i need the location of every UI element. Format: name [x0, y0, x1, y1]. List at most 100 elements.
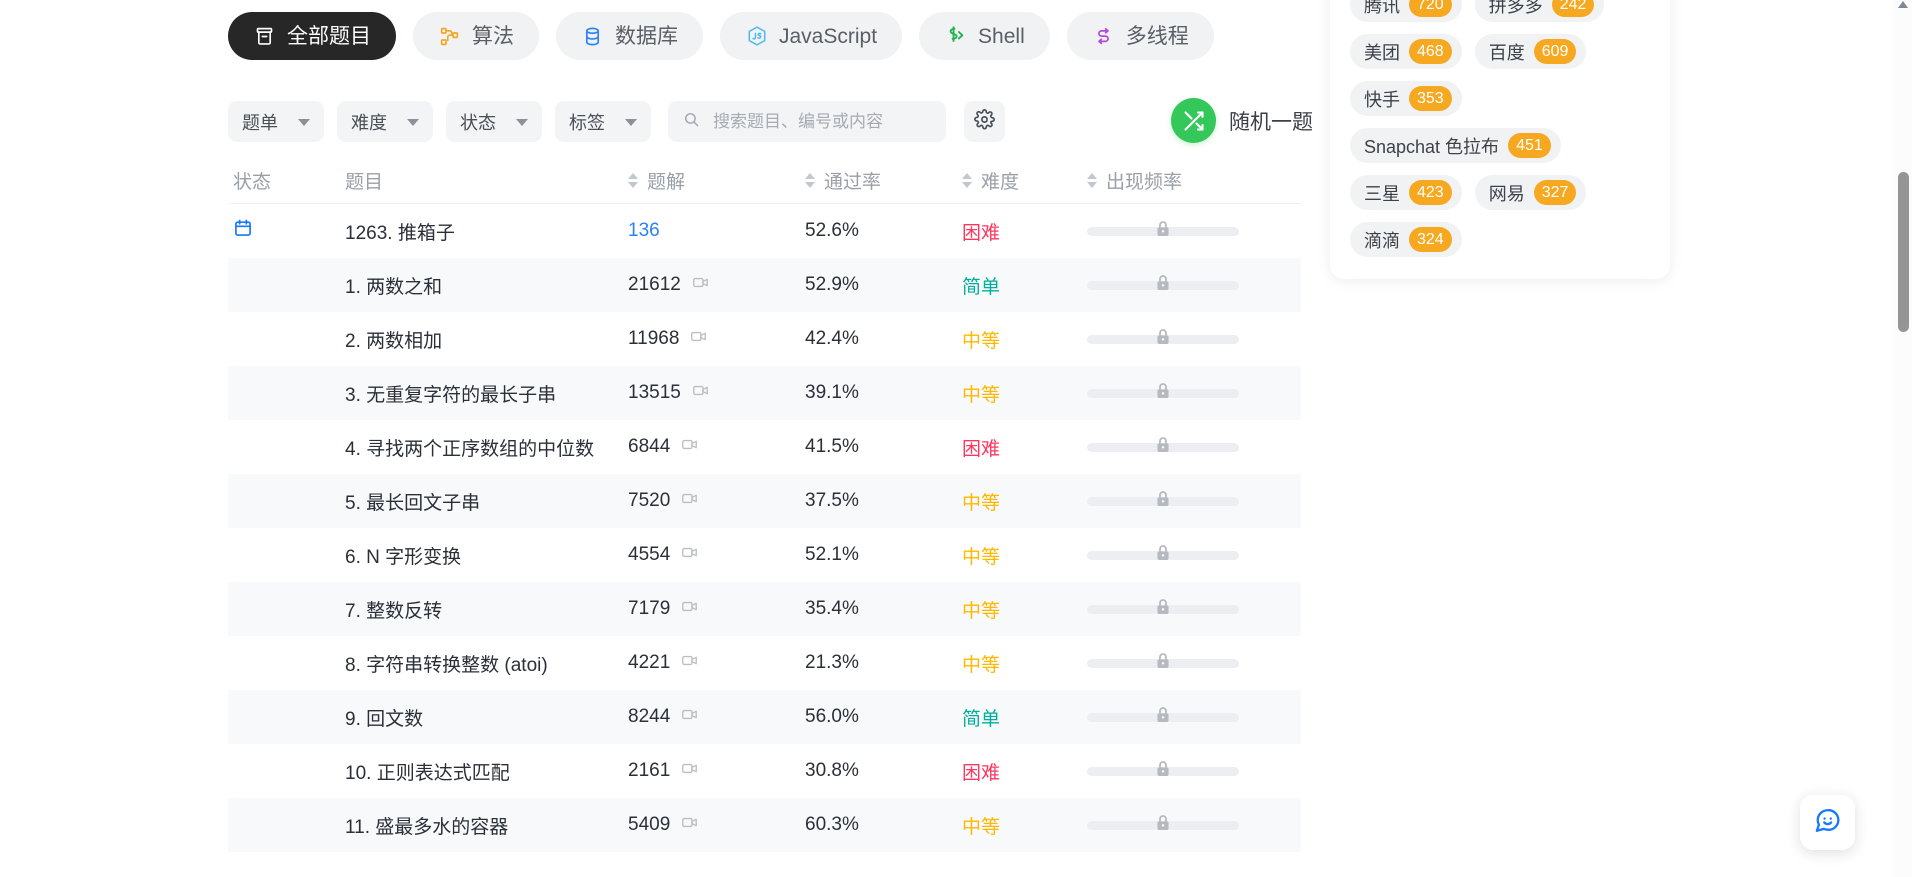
chat-smiley-icon — [1813, 806, 1842, 840]
accept-rate-value: 21.3% — [805, 652, 859, 673]
frequency-bar — [1087, 598, 1239, 614]
cell-problem-title[interactable]: 8. 字符串转换整数 (atoi) — [345, 650, 628, 677]
company-tag[interactable]: 滴滴 324 — [1350, 222, 1462, 257]
chat-support-button[interactable] — [1800, 795, 1855, 850]
column-header-title[interactable]: 题目 — [345, 167, 628, 194]
cell-solutions[interactable]: 7179 — [628, 598, 805, 621]
tab-algorithm[interactable]: 算法 — [413, 12, 539, 60]
company-tag[interactable]: 拼多多 242 — [1474, 0, 1605, 22]
tab-shell[interactable]: Shell — [919, 12, 1050, 60]
company-tag[interactable]: 快手 353 — [1350, 81, 1462, 116]
company-tag[interactable]: 美团 468 — [1350, 34, 1462, 69]
cell-frequency — [1087, 382, 1301, 398]
cell-problem-title[interactable]: 1. 两数之和 — [345, 272, 628, 299]
difficulty-badge: 困难 — [962, 222, 1001, 244]
sort-toggle-icon[interactable] — [962, 173, 972, 188]
company-tag-list: 亚马逊2274阿里巴巴757腾讯720拼多多242美团468百度609快手353… — [1350, 0, 1650, 257]
cell-solutions[interactable]: 8244 — [628, 706, 805, 729]
table-body: 1263. 推箱子 136 52.6% 困难 1. 两数之和 21612 52.9% 简单 2.… — [228, 204, 1301, 852]
filter-tags[interactable]: 标签 — [555, 101, 651, 142]
filter-difficulty[interactable]: 难度 — [337, 101, 433, 142]
cell-solutions[interactable]: 21612 — [628, 274, 805, 297]
video-icon — [681, 436, 698, 459]
cell-problem-title[interactable]: 1263. 推箱子 — [345, 218, 628, 245]
filter-problem-list[interactable]: 题单 — [228, 101, 324, 142]
cell-solutions[interactable]: 6844 — [628, 436, 805, 459]
cell-difficulty: 中等 — [962, 380, 1087, 407]
table-row[interactable]: 1. 两数之和 21612 52.9% 简单 — [228, 258, 1301, 312]
cell-problem-title[interactable]: 10. 正则表达式匹配 — [345, 758, 628, 785]
table-row[interactable]: 4. 寻找两个正序数组的中位数 6844 41.5% 困难 — [228, 420, 1301, 474]
difficulty-badge: 简单 — [962, 708, 1001, 730]
settings-button[interactable] — [964, 101, 1005, 142]
random-problem-button[interactable]: 随机一题 — [1171, 98, 1313, 143]
cell-problem-title[interactable]: 11. 盛最多水的容器 — [345, 812, 628, 839]
table-row[interactable]: 11. 盛最多水的容器 5409 60.3% 中等 — [228, 798, 1301, 852]
table-row[interactable]: 9. 回文数 8244 56.0% 简单 — [228, 690, 1301, 744]
company-tag-label: 三星 — [1364, 183, 1400, 204]
company-tag[interactable]: 腾讯 720 — [1350, 0, 1462, 22]
cell-problem-title[interactable]: 9. 回文数 — [345, 704, 628, 731]
cell-accept-rate: 52.9% — [805, 274, 962, 296]
company-tag-count: 327 — [1533, 180, 1577, 205]
search-input[interactable] — [711, 110, 931, 133]
cell-solutions[interactable]: 4221 — [628, 652, 805, 675]
column-header-frequency[interactable]: 出现频率 — [1087, 167, 1301, 194]
table-row[interactable]: 5. 最长回文子串 7520 37.5% 中等 — [228, 474, 1301, 528]
cell-solutions[interactable]: 136 — [628, 220, 805, 242]
table-row[interactable]: 7. 整数反转 7179 35.4% 中等 — [228, 582, 1301, 636]
difficulty-badge: 中等 — [962, 654, 1001, 676]
sort-toggle-icon[interactable] — [805, 173, 815, 188]
multithread-icon — [1092, 25, 1115, 48]
cell-solutions[interactable]: 2161 — [628, 760, 805, 783]
filter-status[interactable]: 状态 — [446, 101, 542, 142]
cell-problem-title[interactable]: 3. 无重复字符的最长子串 — [345, 380, 628, 407]
cell-problem-title[interactable]: 6. N 字形变换 — [345, 542, 628, 569]
cell-accept-rate: 21.3% — [805, 652, 962, 674]
scrollbar-thumb[interactable] — [1898, 172, 1909, 332]
tab-label: 多线程 — [1125, 24, 1189, 48]
column-header-accept-rate[interactable]: 通过率 — [805, 167, 962, 194]
chevron-down-icon — [407, 119, 419, 126]
cell-solutions[interactable]: 13515 — [628, 382, 805, 405]
company-tag-count: 468 — [1409, 39, 1452, 64]
cell-solutions[interactable]: 5409 — [628, 814, 805, 837]
search-icon — [683, 111, 700, 133]
cell-problem-title[interactable]: 7. 整数反转 — [345, 596, 628, 623]
search-box[interactable] — [668, 101, 946, 142]
cell-accept-rate: 52.6% — [805, 220, 962, 242]
tab-label: 数据库 — [615, 24, 678, 48]
table-row[interactable]: 3. 无重复字符的最长子串 13515 39.1% 中等 — [228, 366, 1301, 420]
table-row[interactable]: 6. N 字形变换 4554 52.1% 中等 — [228, 528, 1301, 582]
tab-database[interactable]: 数据库 — [556, 12, 703, 60]
sort-toggle-icon[interactable] — [1087, 173, 1097, 188]
filter-label: 状态 — [460, 112, 496, 133]
cell-accept-rate: 60.3% — [805, 814, 962, 836]
company-tag[interactable]: Snapchat 色拉布 451 — [1350, 128, 1561, 163]
sort-toggle-icon[interactable] — [628, 173, 638, 188]
company-tag[interactable]: 百度 609 — [1474, 34, 1587, 69]
cell-solutions[interactable]: 4554 — [628, 544, 805, 567]
table-row[interactable]: 2. 两数相加 11968 42.4% 中等 — [228, 312, 1301, 366]
company-tag[interactable]: 三星 423 — [1350, 175, 1462, 210]
difficulty-badge: 中等 — [962, 816, 1001, 838]
tab-multithreading[interactable]: 多线程 — [1066, 12, 1214, 60]
table-row[interactable]: 8. 字符串转换整数 (atoi) 4221 21.3% 中等 — [228, 636, 1301, 690]
cell-solutions[interactable]: 11968 — [628, 328, 805, 351]
column-header-difficulty[interactable]: 难度 — [962, 167, 1087, 194]
cell-solutions[interactable]: 7520 — [628, 490, 805, 513]
column-header-solutions[interactable]: 题解 — [628, 167, 805, 194]
table-row[interactable]: 1263. 推箱子 136 52.6% 困难 — [228, 204, 1301, 258]
scroll-up-arrow-icon[interactable] — [1898, 1, 1908, 8]
solutions-count: 4554 — [628, 544, 671, 565]
company-tag[interactable]: 网易 327 — [1474, 175, 1587, 210]
column-label: 题解 — [647, 172, 686, 193]
cell-problem-title[interactable]: 2. 两数相加 — [345, 326, 628, 353]
table-row[interactable]: 10. 正则表达式匹配 2161 30.8% 困难 — [228, 744, 1301, 798]
tab-all-problems[interactable]: 全部题目 — [228, 12, 396, 60]
tab-javascript[interactable]: JavaScript — [720, 12, 903, 60]
cell-problem-title[interactable]: 5. 最长回文子串 — [345, 488, 628, 515]
page-scrollbar[interactable] — [1893, 0, 1912, 877]
difficulty-badge: 中等 — [962, 330, 1001, 352]
cell-problem-title[interactable]: 4. 寻找两个正序数组的中位数 — [345, 434, 628, 461]
